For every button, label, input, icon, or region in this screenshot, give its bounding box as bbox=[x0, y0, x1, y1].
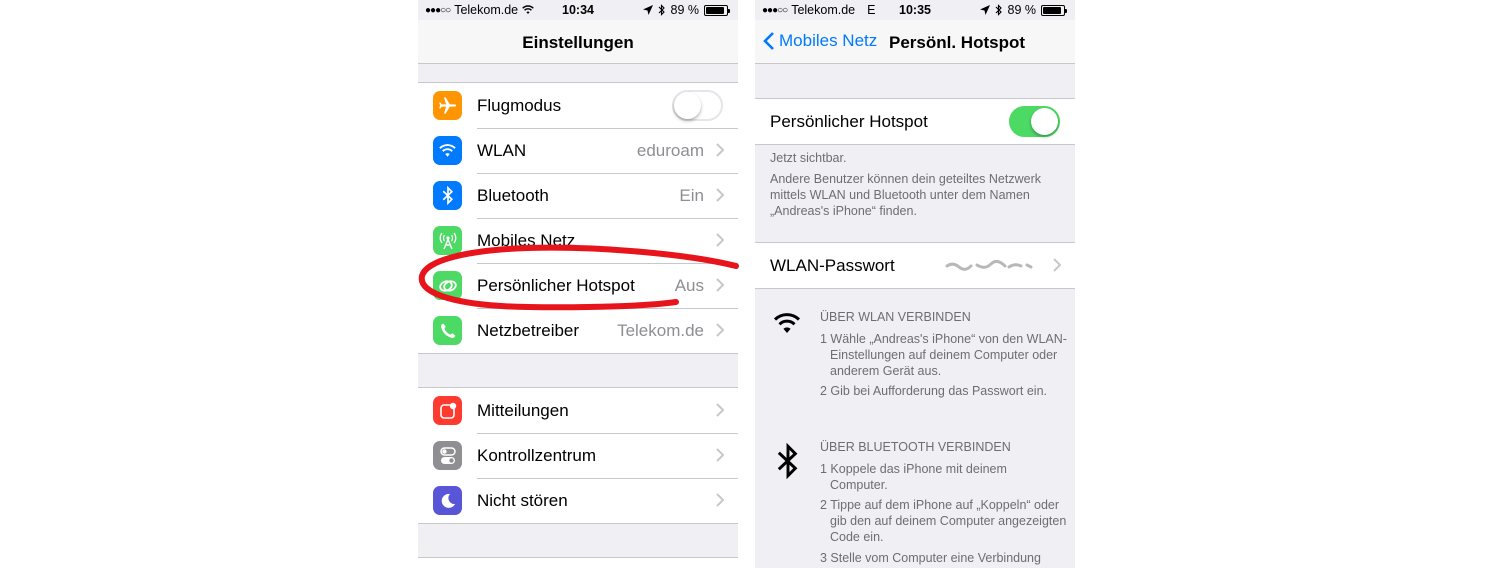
settings-row-bluetooth[interactable]: Bluetooth Ein bbox=[418, 173, 738, 218]
row-label: WLAN-Passwort bbox=[770, 256, 895, 275]
navigation-bar: Mobiles Netz Persönl. Hotspot bbox=[755, 20, 1075, 64]
battery-icon bbox=[704, 4, 730, 16]
airplane-mode-toggle[interactable] bbox=[672, 90, 723, 121]
settings-row-mobiles-netz[interactable]: Mobiles Netz bbox=[418, 218, 738, 263]
row-label: Mitteilungen bbox=[477, 401, 569, 420]
row-label: Netzbetreiber bbox=[477, 321, 580, 340]
row-label: Persönlicher Hotspot bbox=[477, 276, 635, 295]
location-icon bbox=[979, 5, 990, 15]
row-label: Mobiles Netz bbox=[477, 231, 576, 250]
password-obscured-value bbox=[945, 260, 1033, 271]
bluetooth-icon bbox=[777, 442, 798, 480]
bluetooth-status-icon bbox=[658, 4, 665, 16]
instruction-step: 1 Koppele das iPhone mit deinem Computer… bbox=[820, 462, 1007, 492]
row-value: Ein bbox=[679, 186, 704, 205]
settings-row-wlan[interactable]: WLAN eduroam bbox=[418, 128, 738, 173]
row-label: Nicht stören bbox=[477, 491, 568, 510]
chevron-right-icon bbox=[716, 233, 724, 247]
notifications-icon bbox=[433, 396, 462, 425]
chevron-right-icon bbox=[716, 188, 724, 202]
chevron-right-icon bbox=[716, 403, 724, 417]
status-bar: ●●●○○ Telekom.de 10:34 89 % bbox=[418, 0, 738, 20]
location-icon bbox=[642, 5, 653, 15]
hotspot-toggle-row[interactable]: Persönlicher Hotspot bbox=[755, 99, 1075, 144]
battery-percent: 89 % bbox=[1007, 3, 1037, 17]
settings-group-system: Mitteilungen Kontrollzentrum Nicht störe… bbox=[418, 387, 738, 524]
page-title: Einstellungen bbox=[522, 33, 634, 52]
row-label: Persönlicher Hotspot bbox=[770, 112, 928, 131]
chevron-right-icon bbox=[1053, 258, 1061, 272]
row-value: Aus bbox=[674, 276, 704, 295]
battery-percent: 89 % bbox=[670, 3, 700, 17]
settings-group-next bbox=[418, 557, 738, 568]
instruction-step: 2 Tippe auf dem iPhone auf „Koppeln“ ode… bbox=[820, 498, 1067, 544]
settings-group-connectivity: Flugmodus WLAN eduroam Bluetooth Ein Mob… bbox=[418, 82, 738, 354]
antenna-icon bbox=[433, 226, 462, 255]
password-group: WLAN-Passwort bbox=[755, 242, 1075, 289]
settings-row-nicht-stoeren[interactable]: Nicht stören bbox=[418, 478, 738, 523]
chevron-right-icon bbox=[716, 278, 724, 292]
moon-icon bbox=[433, 486, 462, 515]
settings-row-mitteilungen[interactable]: Mitteilungen bbox=[418, 388, 738, 433]
row-label: Flugmodus bbox=[477, 96, 562, 115]
wifi-icon bbox=[773, 313, 801, 333]
settings-row-flugmodus[interactable]: Flugmodus bbox=[418, 83, 738, 128]
row-value: Telekom.de bbox=[617, 321, 704, 340]
row-value: eduroam bbox=[636, 141, 704, 160]
chevron-right-icon bbox=[716, 143, 724, 157]
instruction-step: 1 Wähle „Andreas's iPhone“ von den WLAN-… bbox=[820, 332, 1067, 378]
row-label: Bluetooth bbox=[477, 186, 549, 205]
settings-row-netzbetreiber[interactable]: Netzbetreiber Telekom.de bbox=[418, 308, 738, 353]
settings-row-hotspot[interactable]: Persönlicher Hotspot Aus bbox=[418, 263, 738, 308]
hotspot-screen: ●●●○○ Telekom.de E 10:35 89 % Mobiles Ne… bbox=[755, 0, 1075, 568]
chevron-right-icon bbox=[716, 493, 724, 507]
control-center-icon bbox=[433, 441, 462, 470]
status-bar: ●●●○○ Telekom.de E 10:35 89 % bbox=[755, 0, 1075, 20]
hotspot-icon bbox=[433, 271, 462, 300]
chevron-right-icon bbox=[716, 323, 724, 337]
navigation-bar: Einstellungen bbox=[418, 20, 738, 64]
instruction-step: 3 Stelle vom Computer eine Verbindung bbox=[820, 551, 1041, 565]
back-label: Mobiles Netz bbox=[779, 31, 878, 50]
bluetooth-status-icon bbox=[995, 4, 1002, 16]
visibility-status: Jetzt sichtbar. bbox=[770, 151, 847, 165]
hotspot-toggle[interactable] bbox=[1009, 106, 1060, 137]
instruction-step: 2 Gib bei Aufforderung das Passwort ein. bbox=[820, 384, 1047, 398]
section-heading: ÜBER BLUETOOTH VERBINDEN bbox=[820, 440, 1011, 454]
hotspot-description: Andere Benutzer können dein geteiltes Ne… bbox=[770, 172, 1041, 218]
wifi-icon bbox=[433, 136, 462, 165]
wlan-password-row[interactable]: WLAN-Passwort bbox=[755, 243, 1075, 288]
page-title: Persönl. Hotspot bbox=[889, 33, 1026, 52]
settings-screen: ●●●○○ Telekom.de 10:34 89 % Einstellunge… bbox=[418, 0, 738, 568]
airplane-icon bbox=[433, 91, 462, 120]
phone-icon bbox=[433, 316, 462, 345]
row-label: WLAN bbox=[477, 141, 527, 160]
hotspot-toggle-group: Persönlicher Hotspot bbox=[755, 98, 1075, 145]
section-heading: ÜBER WLAN VERBINDEN bbox=[820, 310, 971, 324]
bluetooth-icon bbox=[433, 181, 462, 210]
settings-row-kontrollzentrum[interactable]: Kontrollzentrum bbox=[418, 433, 738, 478]
chevron-left-icon bbox=[763, 32, 774, 50]
battery-icon bbox=[1041, 4, 1067, 16]
back-button[interactable]: Mobiles Netz bbox=[763, 31, 877, 51]
row-label: Kontrollzentrum bbox=[477, 446, 597, 465]
chevron-right-icon bbox=[716, 448, 724, 462]
